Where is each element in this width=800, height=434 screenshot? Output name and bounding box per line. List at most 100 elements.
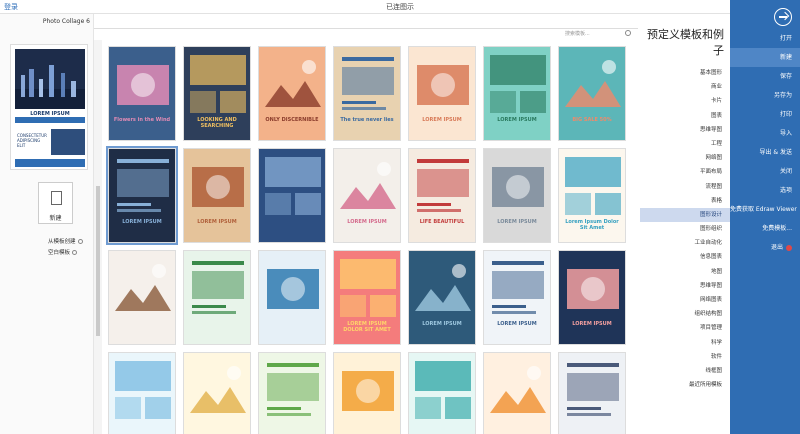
file-sidebar: 打开 新建保存另存为 打印 导入导出 & 发送关闭选项免费获取 Edraw Viewe… xyxy=(730,0,800,434)
template-thumbnail[interactable]: LOREM IPSUM xyxy=(106,146,178,245)
sidebar-item[interactable]: 打开 xyxy=(730,29,800,48)
option-from-template[interactable]: 从模板创建 xyxy=(48,237,83,245)
template-thumbnail-title: LOREM IPSUM xyxy=(497,321,537,327)
template-artwork xyxy=(567,269,619,309)
template-thumbnail[interactable]: LOREM IPSUM xyxy=(183,148,251,243)
template-thumbnail-title: The true never lies xyxy=(340,117,394,123)
template-thumbnail[interactable] xyxy=(558,352,626,434)
new-document-icon xyxy=(51,191,62,205)
template-artwork xyxy=(417,65,469,105)
template-thumbnail[interactable] xyxy=(258,148,326,243)
template-thumbnail[interactable]: LOREM IPSUM xyxy=(558,250,626,345)
app-window: 登录 已连图示 Photo Collage 6 LOREM IPSUM CONS… xyxy=(0,0,800,434)
sidebar-item-label: 保存 xyxy=(779,73,792,80)
template-thumbnail-title: LOREM IPSUM xyxy=(122,219,162,225)
back-arrow-icon[interactable] xyxy=(774,8,792,26)
template-thumbnail-title: LOREM IPSUM xyxy=(422,117,462,123)
sidebar-item[interactable]: 退出 xyxy=(730,238,800,257)
template-thumbnail[interactable]: LOREM IPSUM xyxy=(408,250,476,345)
category-item[interactable]: 商业 xyxy=(640,80,730,94)
template-thumbnail[interactable]: Flowers in the Wind xyxy=(108,46,176,141)
option-blank[interactable]: 空白模板 xyxy=(48,248,78,256)
sidebar-item[interactable]: 打印 xyxy=(730,105,800,124)
sidebar-item[interactable]: 导入 xyxy=(730,124,800,143)
create-new-button[interactable]: 新建 xyxy=(38,182,73,224)
category-item[interactable]: 思维导图 xyxy=(640,123,730,137)
template-thumbnail[interactable] xyxy=(258,250,326,345)
radio-icon xyxy=(77,239,83,244)
template-thumbnail[interactable] xyxy=(483,352,551,434)
template-thumbnail-title: LOREM IPSUM xyxy=(347,219,387,225)
category-item[interactable]: 工程 xyxy=(640,137,730,151)
sidebar-item[interactable]: 新建 xyxy=(730,48,800,67)
template-artwork xyxy=(117,65,169,105)
category-list: 基本图形 商业 卡片 图表 思维导图 工程 网络图 平面布局 流程图 表格 图形设计 图形组织 工业自动… xyxy=(640,66,730,392)
radio-icon xyxy=(72,250,78,255)
scrollbar-thumb[interactable] xyxy=(96,186,100,336)
template-thumbnail[interactable]: LOREM IPSUM xyxy=(333,148,401,243)
template-thumbnail[interactable] xyxy=(108,250,176,345)
category-item[interactable]: 地图 xyxy=(640,265,730,279)
category-item[interactable]: 流程图 xyxy=(640,180,730,194)
template-thumbnail[interactable] xyxy=(408,352,476,434)
search-input[interactable]: 搜索模板... xyxy=(555,30,635,38)
category-item[interactable]: 图形组织 xyxy=(640,222,730,236)
category-item[interactable]: 最近所用模板 xyxy=(640,378,730,392)
sidebar-item[interactable]: 另存为 xyxy=(730,86,800,105)
template-artwork xyxy=(192,261,244,314)
sidebar-item[interactable]: 免费获取 Edraw Viewer xyxy=(730,200,800,219)
template-artwork xyxy=(267,363,319,416)
category-item[interactable]: 图形设计 xyxy=(640,207,730,223)
template-thumbnail[interactable]: ONLY DISCERNIBLE xyxy=(258,46,326,141)
template-thumbnail[interactable]: LOOKING AND SEARCHING xyxy=(183,46,251,141)
template-artwork xyxy=(415,264,471,311)
search-icon[interactable] xyxy=(625,30,631,36)
category-item[interactable]: 卡片 xyxy=(640,94,730,108)
template-thumbnail[interactable] xyxy=(183,250,251,345)
category-item[interactable]: 网络图表 xyxy=(640,293,730,307)
template-artwork xyxy=(117,159,169,212)
sidebar-item-label: 关闭 xyxy=(779,168,792,175)
category-item[interactable]: 软件 xyxy=(640,350,730,364)
template-thumbnail[interactable]: LIFE BEAUTIFUL xyxy=(408,148,476,243)
template-thumbnail[interactable]: LOREM IPSUM xyxy=(483,148,551,243)
sidebar-item[interactable]: 选项 xyxy=(730,181,800,200)
sidebar-item[interactable]: 导出 & 发送 xyxy=(730,143,800,162)
template-thumbnail[interactable]: LOREM IPSUM DOLOR SIT AMET xyxy=(333,250,401,345)
sidebar-item[interactable]: 免费模板... xyxy=(730,219,800,238)
category-item[interactable]: 表格 xyxy=(640,194,730,208)
template-thumbnail[interactable]: The true never lies xyxy=(333,46,401,141)
sidebar-item-label: 选项 xyxy=(779,187,792,194)
template-thumbnail[interactable] xyxy=(333,352,401,434)
category-item[interactable]: 科学 xyxy=(640,336,730,350)
category-item[interactable]: 项目管理 xyxy=(640,321,730,335)
category-item[interactable]: 图表 xyxy=(640,109,730,123)
category-item[interactable]: 信息图表 xyxy=(640,250,730,264)
vertical-scrollbar[interactable] xyxy=(94,40,102,434)
sidebar-item-label: 导出 & 发送 xyxy=(759,149,793,156)
category-item[interactable]: 思维导图 xyxy=(640,279,730,293)
template-thumbnail[interactable]: LOREM IPSUM xyxy=(483,46,551,141)
sidebar-item[interactable]: 保存 xyxy=(730,67,800,86)
sidebar-item-label: 免费模板... xyxy=(762,225,792,232)
category-item[interactable]: 组织结构图 xyxy=(640,307,730,321)
category-item[interactable]: 基本图形 xyxy=(640,66,730,80)
template-artwork xyxy=(340,162,396,209)
title-bar: 登录 已连图示 xyxy=(0,0,800,14)
template-artwork xyxy=(415,361,471,419)
template-thumbnail[interactable] xyxy=(108,352,176,434)
template-artwork xyxy=(192,167,244,207)
category-item[interactable]: 网络图 xyxy=(640,151,730,165)
sidebar-item[interactable]: 关闭 xyxy=(730,162,800,181)
template-thumbnail-title: LOREM IPSUM xyxy=(422,321,462,327)
template-thumbnail[interactable]: BIG SALE 50% xyxy=(558,46,626,141)
template-thumbnail[interactable] xyxy=(258,352,326,434)
template-thumbnail[interactable] xyxy=(183,352,251,434)
category-item[interactable]: 工业自动化 xyxy=(640,236,730,250)
template-artwork xyxy=(492,261,544,314)
category-item[interactable]: 线框图 xyxy=(640,364,730,378)
template-thumbnail[interactable]: LOREM IPSUM xyxy=(408,46,476,141)
category-item[interactable]: 平面布局 xyxy=(640,165,730,179)
template-thumbnail[interactable]: LOREM IPSUM xyxy=(483,250,551,345)
template-thumbnail[interactable]: Lorem Ipsum Dolor Sit Amet xyxy=(558,148,626,243)
